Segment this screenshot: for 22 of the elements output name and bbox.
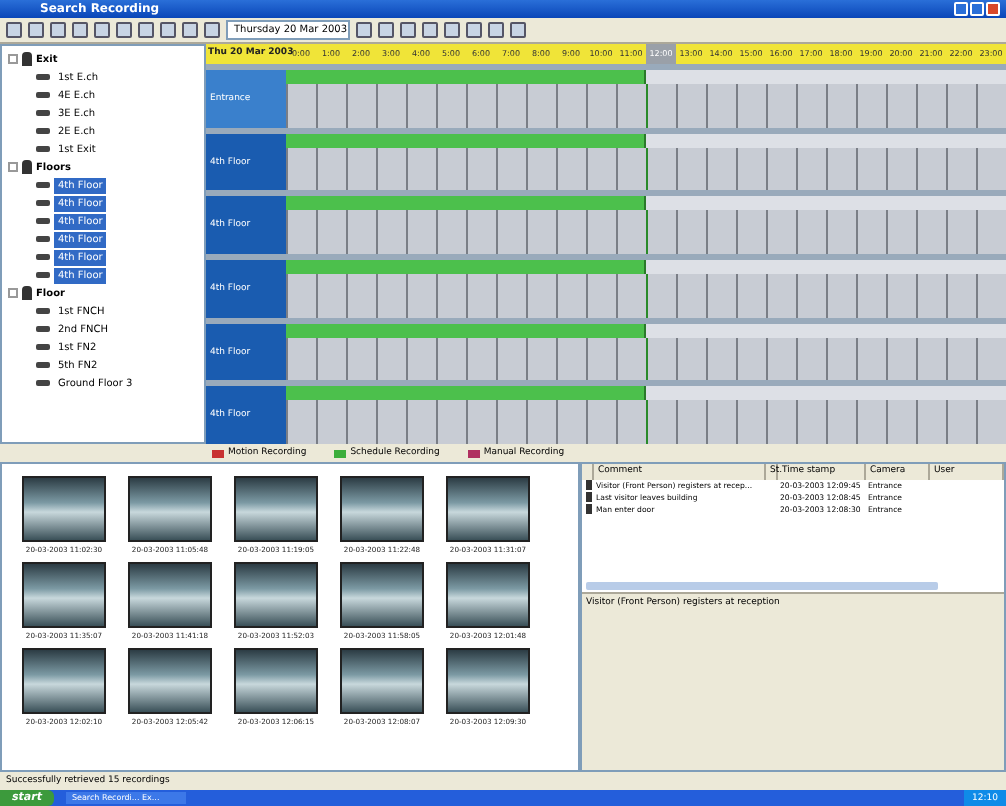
minimize-button[interactable] bbox=[954, 2, 968, 16]
photo-placeholder[interactable] bbox=[128, 476, 212, 542]
photo-placeholder[interactable] bbox=[446, 562, 530, 628]
photo-placeholder[interactable] bbox=[340, 648, 424, 714]
maximize-button[interactable] bbox=[970, 2, 984, 16]
photo-placeholder[interactable] bbox=[22, 648, 106, 714]
photo-placeholder[interactable] bbox=[128, 648, 212, 714]
photo-placeholder[interactable] bbox=[22, 562, 106, 628]
scrollbar[interactable] bbox=[582, 580, 1004, 592]
photo-placeholder[interactable] bbox=[234, 562, 318, 628]
close-button[interactable] bbox=[986, 2, 1000, 16]
photo-placeholder[interactable] bbox=[340, 562, 424, 628]
expander-icon[interactable] bbox=[8, 288, 18, 298]
photo-placeholder[interactable] bbox=[128, 562, 212, 628]
expander-icon[interactable] bbox=[8, 162, 18, 172]
photo-placeholder[interactable] bbox=[234, 648, 318, 714]
photo-placeholder[interactable] bbox=[446, 476, 530, 542]
photo-placeholder[interactable] bbox=[234, 476, 318, 542]
photo-placeholder[interactable] bbox=[340, 476, 424, 542]
photo-placeholder[interactable] bbox=[446, 648, 530, 714]
photo-placeholder[interactable] bbox=[22, 476, 106, 542]
expander-icon[interactable] bbox=[8, 54, 18, 64]
